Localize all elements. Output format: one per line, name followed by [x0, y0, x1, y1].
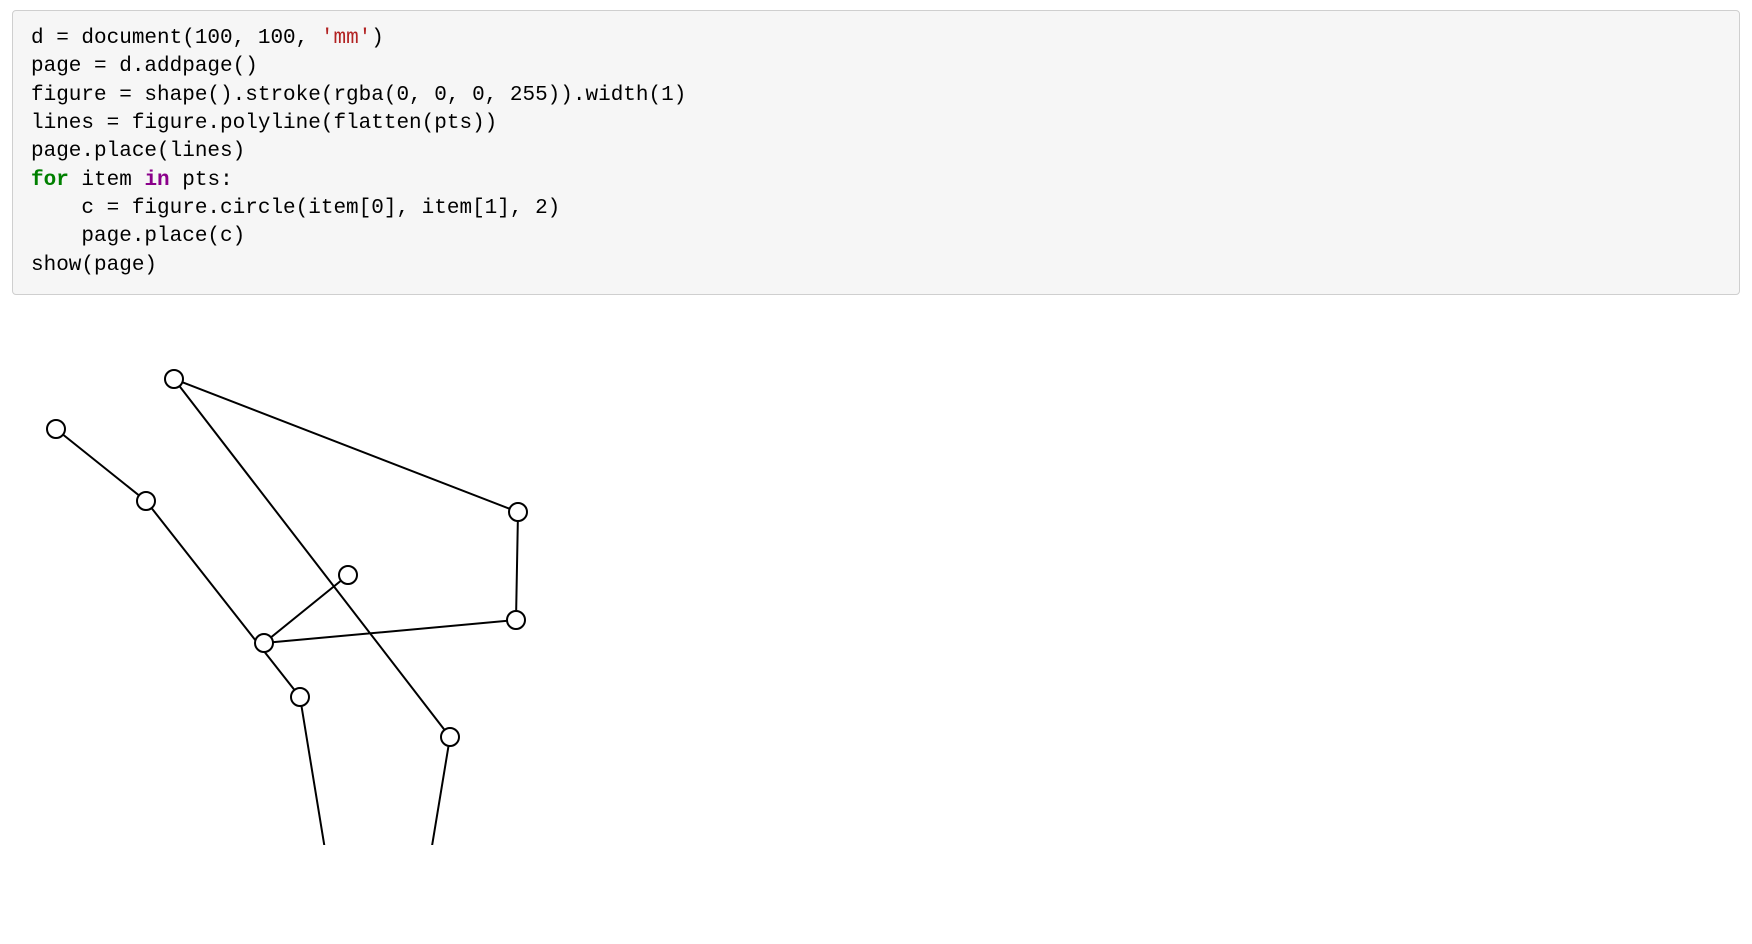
vertex-circle: [165, 370, 183, 388]
vertex-circle: [137, 492, 155, 510]
polyline-figure: [20, 365, 580, 845]
vertex-circle: [47, 420, 65, 438]
code-line-1: d = document(100, 100, 'mm'): [31, 27, 384, 50]
vertex-circle: [441, 728, 459, 746]
code-line-9: show(page): [31, 254, 157, 277]
output-figure: [20, 365, 1740, 845]
notebook-page: d = document(100, 100, 'mm') page = d.ad…: [0, 0, 1752, 885]
code-cell[interactable]: d = document(100, 100, 'mm') page = d.ad…: [12, 10, 1740, 295]
code-line-2: page = d.addpage(): [31, 55, 258, 78]
code-line-3: figure = shape().stroke(rgba(0, 0, 0, 25…: [31, 84, 686, 107]
code-line-5: page.place(lines): [31, 140, 245, 163]
vertex-circle: [255, 634, 273, 652]
polyline-path: [56, 379, 518, 845]
code-line-6: for item in pts:: [31, 169, 233, 192]
code-line-8: page.place(c): [31, 225, 245, 248]
vertex-circle: [509, 503, 527, 521]
vertex-circle: [507, 611, 525, 629]
vertex-circle: [339, 566, 357, 584]
code-line-7: c = figure.circle(item[0], item[1], 2): [31, 197, 560, 220]
code-line-4: lines = figure.polyline(flatten(pts)): [31, 112, 497, 135]
vertex-circle: [291, 688, 309, 706]
